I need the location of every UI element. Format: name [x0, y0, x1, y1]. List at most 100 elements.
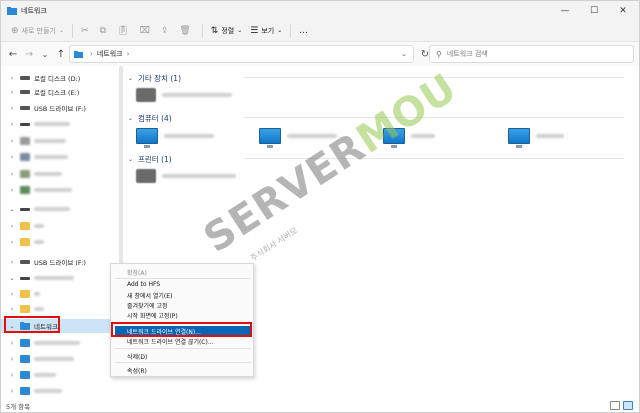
maximize-button[interactable]: ☐: [579, 1, 609, 20]
expand-icon[interactable]: ›: [7, 187, 17, 194]
printer-tile[interactable]: [136, 169, 236, 183]
sidebar-item-drive-e[interactable]: › 로컬 디스크 (E:): [1, 85, 119, 99]
device-tile[interactable]: [136, 88, 232, 102]
back-button[interactable]: ←: [5, 46, 21, 62]
group-header-other-devices[interactable]: ⌄ 기타 장치 (1): [124, 72, 639, 84]
paste-button[interactable]: 📋︎: [113, 22, 135, 40]
drive-icon: [20, 122, 30, 126]
view-button[interactable]: ☰ 보기 ⌄: [246, 22, 286, 40]
expand-icon[interactable]: ›: [7, 223, 17, 230]
expand-icon[interactable]: ›: [7, 291, 17, 298]
menu-item-add-to-hfs[interactable]: Add to HFS: [127, 281, 160, 288]
arrow-up-icon: ↑: [56, 48, 66, 60]
divider: [72, 23, 74, 38]
folder-icon: [20, 305, 30, 313]
computer-icon: [20, 355, 30, 363]
sidebar-item-label: 로컬 디스크 (E:): [34, 89, 80, 97]
sort-button[interactable]: ⇅ 정렬 ⌄: [207, 22, 246, 40]
search-input[interactable]: ⚲ 네트워크 검색: [429, 45, 634, 63]
sidebar-item-blurred[interactable]: ⌄: [1, 271, 119, 285]
up-button[interactable]: ↑: [53, 46, 69, 62]
sidebar-item-blurred[interactable]: ›: [1, 167, 119, 181]
sidebar-item-computer[interactable]: ›: [1, 384, 119, 398]
more-button[interactable]: ...: [295, 22, 312, 40]
expand-icon[interactable]: ›: [7, 356, 17, 363]
expand-icon[interactable]: ›: [7, 306, 17, 313]
recent-button[interactable]: ⌄: [37, 46, 53, 62]
menu-item-properties[interactable]: 속성(R): [127, 366, 147, 375]
collapse-icon[interactable]: ⌄: [7, 206, 17, 213]
status-bar: 5개 항목: [1, 399, 639, 413]
sidebar-item-usb-f-2[interactable]: › USB 드라이브 (F:): [1, 255, 119, 269]
delete-button[interactable]: 🗑︎: [175, 22, 197, 40]
menu-item-pin-start[interactable]: 시작 화면에 고정(P): [127, 311, 178, 320]
menu-item-disconnect-network-drive[interactable]: 네트워크 드라이브 연결 끊기(C)...: [127, 337, 214, 346]
share-button[interactable]: ⇪: [157, 22, 176, 40]
menu-item-expand[interactable]: 확장(A): [127, 268, 147, 277]
cut-button[interactable]: ✂: [77, 22, 96, 40]
blurred-label: [34, 172, 62, 176]
breadcrumb-network[interactable]: 네트워크: [97, 49, 123, 59]
forward-button[interactable]: →: [21, 46, 37, 62]
sidebar-item-drive-d[interactable]: › 로컬 디스크 (D:): [1, 71, 119, 85]
command-bar: ⊕ 새로 만들기 ⌄ ✂ ⧉ 📋︎ ⌧ ⇪ 🗑︎ ⇅ 정렬 ⌄ ☰ 보기 ⌄ .…: [1, 20, 639, 42]
blurred-label: [34, 357, 74, 361]
blurred-label: [34, 307, 44, 311]
sidebar-item-folder[interactable]: ›: [1, 302, 119, 316]
expand-icon[interactable]: ›: [7, 138, 17, 145]
chevron-down-icon[interactable]: ⌄: [401, 50, 407, 58]
computer-tile[interactable]: [136, 128, 214, 148]
sidebar-item-usb-f[interactable]: › USB 드라이브 (F:): [1, 101, 119, 115]
sidebar-item-blurred[interactable]: ›: [1, 134, 119, 148]
trash-icon: 🗑︎: [179, 25, 191, 36]
sidebar-item-computer[interactable]: ›: [1, 368, 119, 382]
sidebar-item-folder[interactable]: ›: [1, 219, 119, 233]
tiles-view-icon[interactable]: [623, 401, 633, 410]
sort-icon: ⇅: [210, 25, 219, 36]
expand-icon[interactable]: ›: [7, 75, 17, 82]
item-count: 5개 항목: [6, 403, 31, 411]
new-button[interactable]: ⊕ 새로 만들기 ⌄: [7, 22, 68, 40]
expand-icon[interactable]: ›: [7, 121, 17, 128]
sidebar-item-folder[interactable]: ›: [1, 235, 119, 249]
computer-icon: [20, 371, 30, 379]
group-label: 기타 장치 (1): [138, 73, 181, 83]
menu-item-delete[interactable]: 삭제(D): [127, 352, 147, 361]
share-icon: ⇪: [160, 25, 169, 36]
sidebar-item-computer[interactable]: ›: [1, 336, 119, 350]
collapse-icon[interactable]: ⌄: [7, 275, 17, 282]
expand-icon[interactable]: ›: [7, 171, 17, 178]
details-view-icon[interactable]: [610, 401, 620, 410]
usb-drive-icon: [20, 260, 30, 264]
minimize-button[interactable]: —: [550, 1, 580, 20]
menu-item-pin-quick-access[interactable]: 즐겨찾기에 고정: [127, 301, 168, 310]
network-folder-icon: [7, 6, 17, 15]
expand-icon[interactable]: ›: [7, 239, 17, 246]
close-button[interactable]: ✕: [608, 1, 638, 20]
divider: [290, 23, 292, 38]
sidebar-item-blurred[interactable]: ⌄: [1, 202, 119, 216]
sidebar-item-blurred[interactable]: ›: [1, 183, 119, 197]
computer-tile[interactable]: [508, 128, 564, 148]
address-bar[interactable]: › 네트워크 › ⌄: [69, 45, 414, 63]
copy-button[interactable]: ⧉: [96, 22, 113, 40]
sidebar-item-computer[interactable]: ›: [1, 352, 119, 366]
sidebar-item-blurred[interactable]: ›: [1, 150, 119, 164]
expand-icon[interactable]: ›: [7, 372, 17, 379]
menu-item-open-new-window[interactable]: 새 창에서 열기(E): [127, 291, 172, 300]
collapse-icon: ⌄: [128, 155, 134, 163]
blurred-icon: [20, 170, 30, 178]
sidebar-item-blurred[interactable]: ›: [1, 117, 119, 131]
expand-icon[interactable]: ›: [7, 388, 17, 395]
sidebar-item-folder[interactable]: ›: [1, 287, 119, 301]
menu-divider: [115, 348, 251, 349]
expand-icon[interactable]: ›: [7, 154, 17, 161]
expand-icon[interactable]: ›: [7, 340, 17, 347]
expand-icon[interactable]: ›: [7, 105, 17, 112]
expand-icon[interactable]: ›: [7, 259, 17, 266]
rename-button[interactable]: ⌧: [135, 22, 156, 40]
expand-icon[interactable]: ›: [7, 89, 17, 96]
menu-divider: [115, 362, 251, 363]
view-icon: ☰: [250, 25, 259, 36]
drive-icon: [20, 207, 30, 211]
